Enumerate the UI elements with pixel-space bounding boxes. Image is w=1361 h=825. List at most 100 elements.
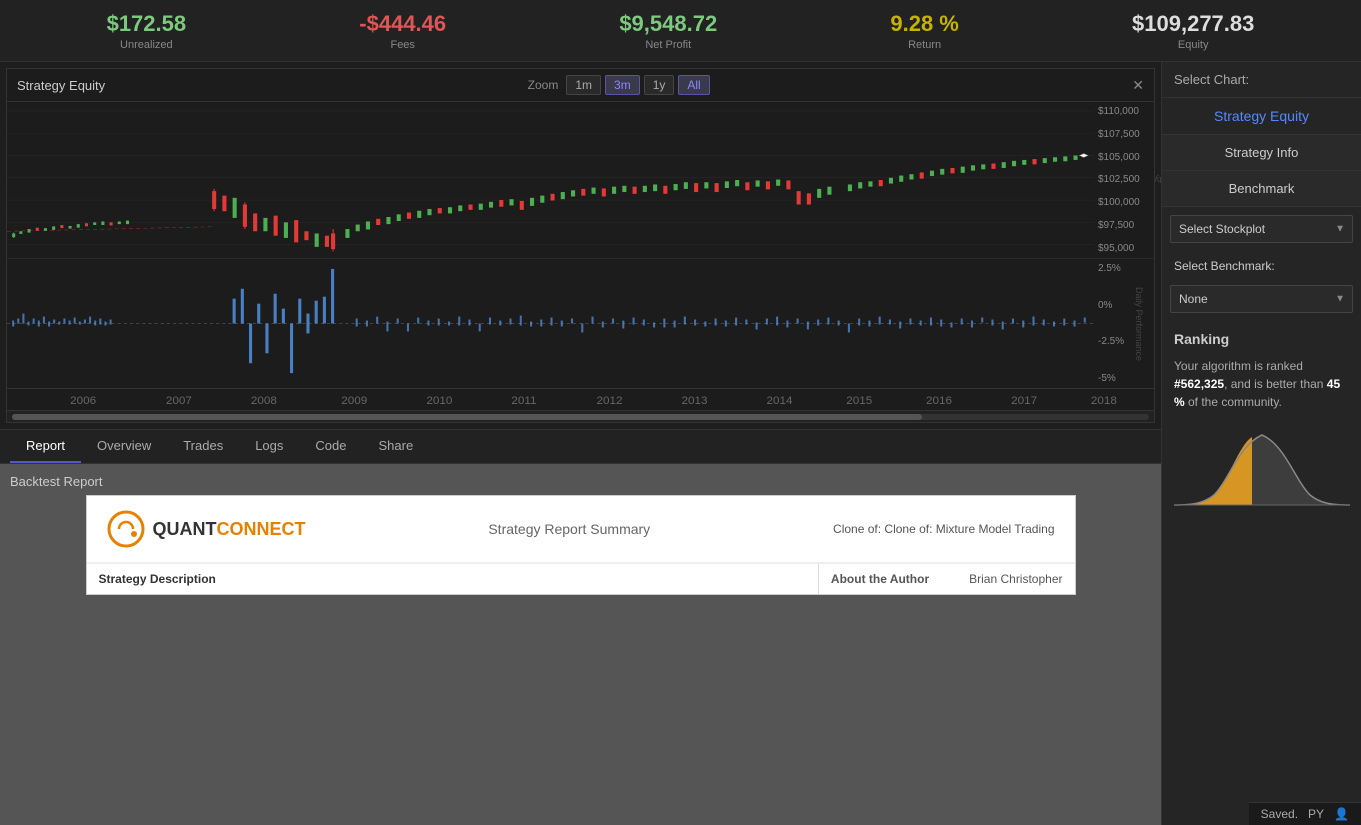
y-label-105k: $105,000 [1098, 152, 1150, 163]
benchmark-select[interactable]: None [1170, 285, 1353, 313]
scroll-track[interactable] [12, 414, 1149, 420]
equity-value: $109,277.83 [1132, 11, 1254, 37]
y-label-110k: $110,000 [1098, 106, 1150, 117]
report-bottom-row: Strategy Description About the Author Br… [87, 563, 1075, 594]
stats-bar: $172.58 Unrealized -$444.46 Fees $9,548.… [0, 0, 1361, 62]
net-profit-label: Net Profit [619, 39, 717, 51]
unrealized-label: Unrealized [107, 39, 187, 51]
svg-text:2007: 2007 [166, 395, 192, 407]
user-icon[interactable]: 👤 [1334, 807, 1349, 821]
equity-label: Equity [1132, 39, 1254, 51]
time-axis: 2006 2007 2008 2009 2010 2011 2012 2013 … [7, 388, 1154, 410]
stat-return: 9.28 % Return [890, 11, 959, 51]
svg-text:2015: 2015 [846, 395, 872, 407]
report-top-row: QUANTCONNECT Strategy Report Summary Clo… [87, 496, 1075, 563]
author-section: About the Author Brian Christopher [819, 564, 1075, 594]
y-label-97k: $97,500 [1098, 220, 1150, 231]
scrollbar[interactable] [7, 410, 1154, 422]
bottom-bar: Saved. PY 👤 [1249, 802, 1361, 825]
stockplot-select[interactable]: Select Stockplot [1170, 215, 1353, 243]
ranking-chart [1174, 425, 1349, 515]
equity-svg [7, 102, 1094, 258]
close-chart-button[interactable]: ✕ [1132, 77, 1144, 94]
fees-value: -$444.46 [359, 11, 446, 37]
perf-chart-inner [7, 259, 1094, 388]
return-value: 9.28 % [890, 11, 959, 37]
svg-text:2008: 2008 [251, 395, 277, 407]
svg-text:2013: 2013 [682, 395, 708, 407]
tab-code[interactable]: Code [299, 430, 362, 463]
svg-text:2009: 2009 [341, 395, 367, 407]
chart-panel: Strategy Equity Zoom 1m 3m 1y All ✕ [6, 68, 1155, 423]
svg-text:2011: 2011 [511, 395, 536, 407]
svg-text:2014: 2014 [767, 395, 793, 407]
report-right-title: Clone of: Clone of: Mixture Model Tradin… [833, 522, 1054, 536]
ranking-title: Ranking [1162, 321, 1361, 351]
tab-logs[interactable]: Logs [239, 430, 299, 463]
qc-logo-icon [107, 510, 145, 548]
zoom-1m-button[interactable]: 1m [566, 75, 601, 95]
strategy-equity-button[interactable]: Strategy Equity [1162, 98, 1361, 135]
chart-area: Strategy Equity Zoom 1m 3m 1y All ✕ [0, 62, 1161, 825]
qc-logo: QUANTCONNECT [107, 510, 306, 548]
report-center-title: Strategy Report Summary [306, 521, 834, 537]
return-label: Return [890, 39, 959, 51]
about-author-label: About the Author [831, 572, 929, 586]
chart-title: Strategy Equity [17, 78, 105, 93]
report-area: Backtest Report QUANTCONNECT Strategy Re… [0, 464, 1161, 825]
saved-status: Saved. [1261, 807, 1298, 821]
svg-text:2016: 2016 [926, 395, 952, 407]
stockplot-dropdown-wrapper[interactable]: Select Stockplot [1170, 215, 1353, 243]
stat-net-profit: $9,548.72 Net Profit [619, 11, 717, 51]
author-name: Brian Christopher [969, 572, 1062, 586]
equity-chart-container: $110,000 $107,500 $105,000 $102,500 $100… [7, 102, 1154, 258]
svg-text:2010: 2010 [426, 395, 452, 407]
tab-trades[interactable]: Trades [167, 430, 239, 463]
svg-text:2017: 2017 [1011, 395, 1037, 407]
candlestick-chart [7, 102, 1094, 258]
chart-header: Strategy Equity Zoom 1m 3m 1y All ✕ [7, 69, 1154, 102]
svg-text:2018: 2018 [1091, 395, 1117, 407]
qc-logo-text: QUANTCONNECT [153, 519, 306, 540]
benchmark-dropdown-wrapper[interactable]: None [1170, 285, 1353, 313]
y-label-100k: $100,000 [1098, 197, 1150, 208]
stat-fees: -$444.46 Fees [359, 11, 446, 51]
equity-y-axis: $110,000 $107,500 $105,000 $102,500 $100… [1094, 102, 1154, 258]
performance-svg [7, 259, 1094, 388]
fees-label: Fees [359, 39, 446, 51]
equity-axis-label: Equity [1154, 175, 1161, 185]
stat-unrealized: $172.58 Unrealized [107, 11, 187, 51]
strategy-description-label: Strategy Description [87, 564, 819, 594]
svg-text:2006: 2006 [70, 395, 96, 407]
svg-text:2012: 2012 [596, 395, 622, 407]
tab-overview[interactable]: Overview [81, 430, 167, 463]
benchmark-button[interactable]: Benchmark [1162, 171, 1361, 207]
scroll-thumb[interactable] [12, 414, 922, 420]
y-label-95k: $95,000 [1098, 243, 1150, 254]
tab-share[interactable]: Share [362, 430, 429, 463]
strategy-info-button[interactable]: Strategy Info [1162, 135, 1361, 171]
perf-y-axis: 2.5% 0% -2.5% -5% Daily Performance [1094, 259, 1154, 388]
y-label-107k: $107,500 [1098, 129, 1150, 140]
zoom-label: Zoom [528, 78, 559, 92]
time-axis-svg: 2006 2007 2008 2009 2010 2011 2012 2013 … [17, 389, 1144, 411]
benchmark-label: Select Benchmark: [1162, 251, 1361, 277]
zoom-all-button[interactable]: All [678, 75, 709, 95]
net-profit-value: $9,548.72 [619, 11, 717, 37]
report-content: QUANTCONNECT Strategy Report Summary Clo… [86, 495, 1076, 595]
perf-axis-label: Daily Performance [1134, 286, 1144, 360]
performance-chart: 2.5% 0% -2.5% -5% Daily Performance [7, 258, 1154, 388]
y-label-102k: $102,500 [1098, 174, 1150, 185]
zoom-3m-button[interactable]: 3m [605, 75, 640, 95]
zoom-1y-button[interactable]: 1y [644, 75, 675, 95]
ranking-svg [1174, 425, 1350, 515]
language-indicator: PY [1308, 807, 1324, 821]
backtest-report-header: Backtest Report [6, 468, 1155, 495]
tab-report[interactable]: Report [10, 430, 81, 463]
right-sidebar: Select Chart: Strategy Equity Strategy I… [1161, 62, 1361, 825]
main-layout: Strategy Equity Zoom 1m 3m 1y All ✕ [0, 62, 1361, 825]
zoom-controls: Zoom 1m 3m 1y All [528, 75, 710, 95]
stat-equity: $109,277.83 Equity [1132, 11, 1254, 51]
perf-y-n5: -5% [1098, 373, 1150, 384]
select-chart-label: Select Chart: [1162, 62, 1361, 98]
